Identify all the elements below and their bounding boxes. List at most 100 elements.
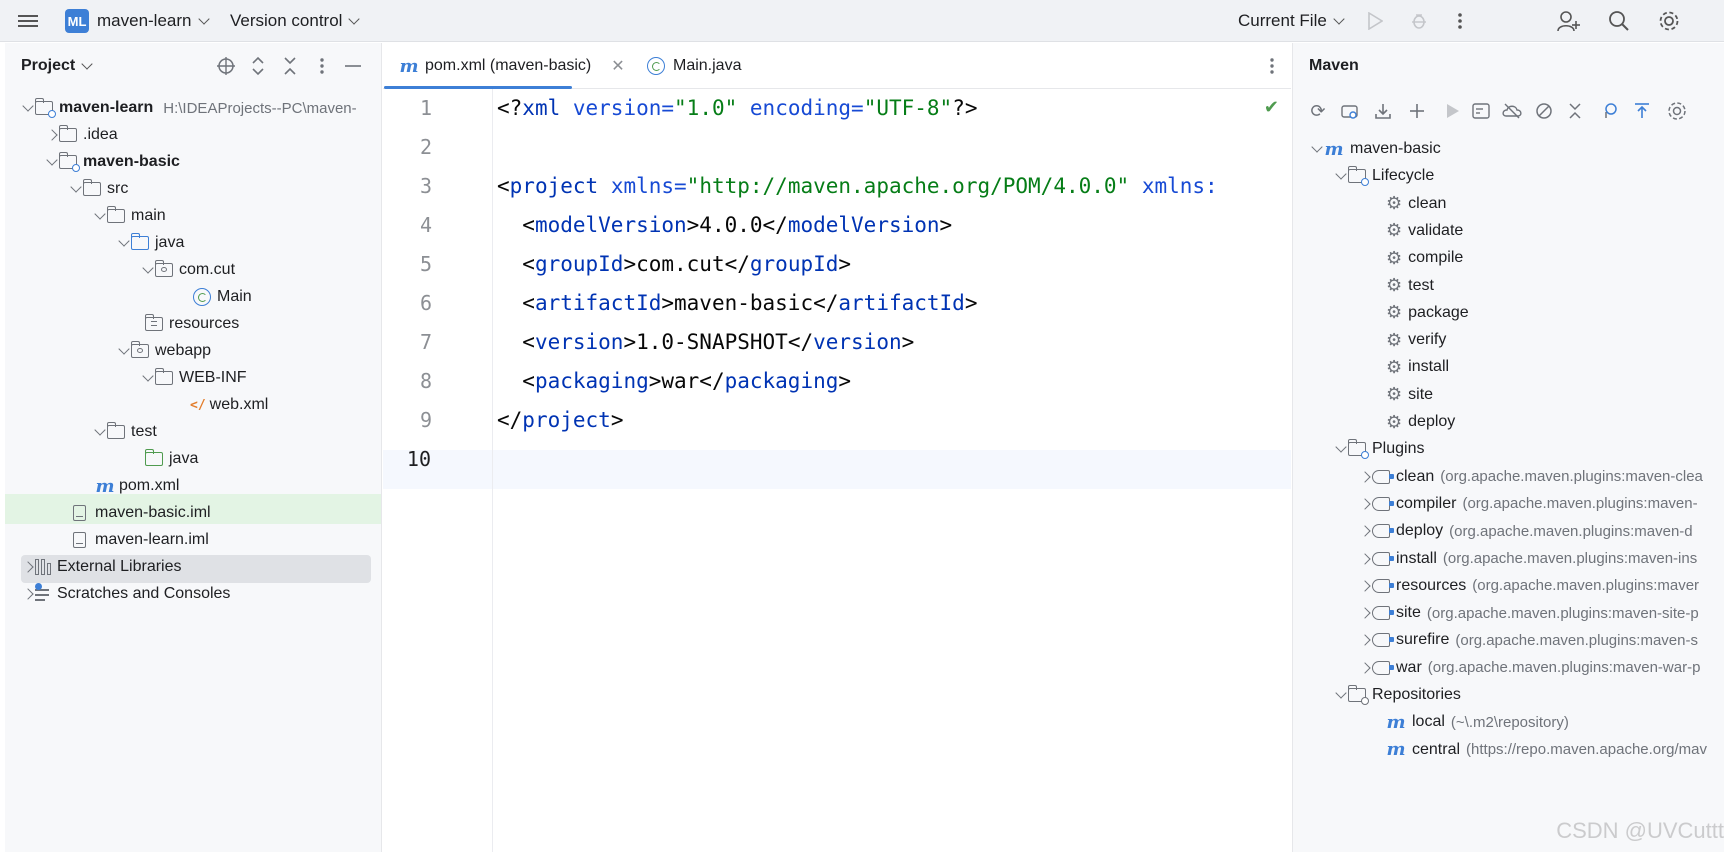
tree-item-maven-basic-iml[interactable]: maven-basic.iml: [73, 498, 211, 528]
debug-icon[interactable]: [1406, 8, 1432, 34]
project-panel-title[interactable]: Project: [21, 57, 75, 75]
expand-arrow-icon[interactable]: [141, 370, 155, 385]
tabs-more-icon[interactable]: [1259, 53, 1285, 79]
tree-item-main-class[interactable]: Main: [193, 282, 252, 312]
generate-sources-icon[interactable]: [1338, 99, 1362, 123]
add-user-icon[interactable]: [1556, 8, 1582, 34]
settings-gear-icon[interactable]: [1656, 8, 1682, 34]
tree-item-test[interactable]: test: [93, 417, 157, 447]
maven-tree-repository-item[interactable]: m central (https://repo.maven.apache.org/m…: [1386, 735, 1707, 765]
expand-arrow-icon[interactable]: [117, 235, 131, 250]
show-dependencies-icon[interactable]: [1599, 99, 1623, 123]
add-icon[interactable]: [1405, 99, 1429, 123]
collapsed-arrow-icon[interactable]: [21, 560, 35, 574]
collapsed-arrow-icon[interactable]: [45, 128, 59, 142]
tree-item-external-libraries[interactable]: External Libraries: [21, 552, 182, 582]
hide-icon[interactable]: [340, 53, 366, 79]
tree-item-pom-xml[interactable]: m pom.xml: [95, 471, 179, 501]
search-icon[interactable]: [1606, 8, 1632, 34]
tree-item-maven-learn-iml[interactable]: maven-learn.iml: [73, 525, 209, 555]
collapse-icon[interactable]: [1563, 99, 1587, 123]
tree-item-src[interactable]: src: [69, 174, 128, 204]
maven-tree-lifecycle-goal[interactable]: ⚙ validate: [1386, 216, 1463, 246]
check-icon[interactable]: ✔: [1264, 97, 1279, 118]
code-line[interactable]: </project>: [497, 401, 623, 440]
tree-item-main[interactable]: main: [93, 201, 166, 231]
maven-tree-lifecycle-goal[interactable]: ⚙ test: [1386, 271, 1434, 301]
locate-icon[interactable]: [213, 53, 239, 79]
close-icon[interactable]: ✕: [611, 56, 624, 76]
collapsed-arrow-icon[interactable]: [1358, 633, 1372, 647]
maven-tree-plugin-item[interactable]: compiler (org.apache.maven.plugins:maven-: [1358, 489, 1698, 519]
tree-item-webapp[interactable]: webapp: [117, 336, 211, 366]
run-icon[interactable]: [1362, 8, 1388, 34]
expand-arrow-icon[interactable]: [93, 424, 107, 439]
code-line[interactable]: <groupId>com.cut</groupId>: [497, 245, 851, 284]
code-line[interactable]: <?xml version="1.0" encoding="UTF-8"?>: [497, 89, 978, 128]
maven-tree-lifecycle-goal[interactable]: ⚙ install: [1386, 352, 1449, 382]
tree-item-java-src[interactable]: java: [117, 228, 184, 258]
maven-tree-lifecycle-goal[interactable]: ⚙ clean: [1386, 189, 1446, 219]
maven-tree-plugin-item[interactable]: deploy (org.apache.maven.plugins:maven-d: [1358, 516, 1693, 546]
expand-arrow-icon[interactable]: [93, 208, 107, 223]
collapsed-arrow-icon[interactable]: [1358, 606, 1372, 620]
collapse-all-icon[interactable]: [277, 53, 303, 79]
collapsed-arrow-icon[interactable]: [1358, 579, 1372, 593]
vcs-selector[interactable]: Version control: [230, 0, 361, 42]
collapsed-arrow-icon[interactable]: [1358, 470, 1372, 484]
skip-tests-icon[interactable]: [1532, 99, 1556, 123]
tree-item-idea[interactable]: .idea: [45, 120, 118, 150]
tab-pom-xml[interactable]: m pom.xml (maven-basic) ✕: [399, 43, 624, 89]
tree-item-com-cut[interactable]: com.cut: [141, 255, 235, 285]
expand-arrow-icon[interactable]: [1334, 687, 1348, 702]
tree-item-web-xml[interactable]: </ web.xml: [190, 390, 268, 420]
tree-item-web-inf[interactable]: WEB-INF: [141, 363, 247, 393]
run-config-selector[interactable]: Current File: [1238, 0, 1345, 42]
options-icon[interactable]: [309, 53, 335, 79]
tree-item-maven-learn[interactable]: maven-learn H:\IDEAProjects--PC\maven-: [21, 93, 357, 123]
expand-arrow-icon[interactable]: [1334, 441, 1348, 456]
collapsed-arrow-icon[interactable]: [1358, 524, 1372, 538]
collapsed-arrow-icon[interactable]: [1358, 661, 1372, 675]
more-vertical-icon[interactable]: [1447, 8, 1473, 34]
maven-tree-lifecycle-goal[interactable]: ⚙ verify: [1386, 325, 1446, 355]
offline-icon[interactable]: [1500, 99, 1524, 123]
maven-tree-maven-project[interactable]: m maven-basic: [1310, 134, 1441, 164]
maven-tree-plugins-folder[interactable]: Plugins: [1334, 434, 1424, 464]
tree-item-maven-basic[interactable]: maven-basic: [45, 147, 180, 177]
code-line[interactable]: <modelVersion>4.0.0</modelVersion>: [497, 206, 952, 245]
tree-item-resources[interactable]: resources: [144, 309, 239, 339]
expand-all-icon[interactable]: [245, 53, 271, 79]
collapsed-arrow-icon[interactable]: [21, 587, 35, 601]
expand-arrow-icon[interactable]: [1310, 141, 1324, 156]
maven-tree-plugin-item[interactable]: war (org.apache.maven.plugins:maven-war-p: [1358, 653, 1700, 683]
maven-tree-lifecycle-goal[interactable]: ⚙ deploy: [1386, 407, 1455, 437]
project-selector[interactable]: ML maven-learn: [65, 0, 210, 42]
code-line[interactable]: <artifactId>maven-basic</artifactId>: [497, 284, 977, 323]
expand-arrow-icon[interactable]: [69, 181, 83, 196]
maven-tree-lifecycle-goal[interactable]: ⚙ package: [1386, 298, 1469, 328]
expand-arrow-icon[interactable]: [21, 100, 35, 115]
download-icon[interactable]: [1371, 99, 1395, 123]
maven-tree-lifecycle-folder[interactable]: Lifecycle: [1334, 161, 1434, 191]
execute-goal-icon[interactable]: [1469, 99, 1493, 123]
expand-icon[interactable]: [1630, 99, 1654, 123]
maven-tree-repository-item[interactable]: m local (~\.m2\repository): [1386, 707, 1568, 737]
settings-icon[interactable]: [1665, 99, 1689, 123]
run-icon[interactable]: [1441, 99, 1465, 123]
tab-main-java[interactable]: Main.java: [647, 43, 741, 89]
maven-tree-plugin-item[interactable]: resources (org.apache.maven.plugins:maver: [1358, 571, 1699, 601]
expand-arrow-icon[interactable]: [141, 262, 155, 277]
code-line[interactable]: <project xmlns="http://maven.apache.org/…: [497, 167, 1218, 206]
maven-tree-plugin-item[interactable]: clean (org.apache.maven.plugins:maven-cle…: [1358, 462, 1703, 492]
collapsed-arrow-icon[interactable]: [1358, 497, 1372, 511]
collapsed-arrow-icon[interactable]: [1358, 552, 1372, 566]
chevron-down-icon[interactable]: [81, 58, 93, 70]
code-line[interactable]: <version>1.0-SNAPSHOT</version>: [497, 323, 914, 362]
hamburger-menu-icon[interactable]: [18, 0, 40, 42]
reload-icon[interactable]: ⟳: [1306, 99, 1330, 123]
maven-tree-repositories-folder[interactable]: Repositories: [1334, 680, 1461, 710]
maven-tree-plugin-item[interactable]: install (org.apache.maven.plugins:maven-i…: [1358, 544, 1697, 574]
code-line[interactable]: <packaging>war</packaging>: [497, 362, 851, 401]
expand-arrow-icon[interactable]: [1334, 168, 1348, 183]
